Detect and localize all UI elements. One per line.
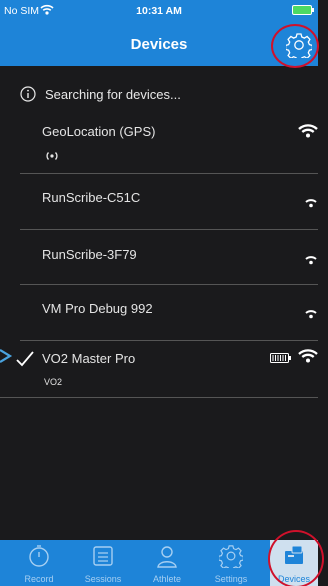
- tab-label: Athlete: [152, 574, 182, 584]
- tab-label: Sessions: [84, 574, 122, 584]
- device-name: VO2 Master Pro: [42, 351, 136, 366]
- wifi-weak-icon: [305, 199, 317, 208]
- device-row-vo2-master-pro[interactable]: VO2 Master Pro VO2: [0, 341, 318, 398]
- battery-full-icon: [270, 353, 291, 363]
- device-name: VM Pro Debug 992: [42, 301, 153, 316]
- tab-record[interactable]: Record: [7, 540, 71, 586]
- searching-label: Searching for devices...: [45, 86, 181, 102]
- tab-label: Settings: [214, 574, 248, 584]
- pointer-arrow-icon: [0, 349, 13, 363]
- device-name: RunScribe-C51C: [42, 190, 141, 205]
- device-row-vm-pro-debug[interactable]: VM Pro Debug 992: [20, 285, 318, 341]
- checkmark-icon: [16, 351, 34, 367]
- stopwatch-icon: [29, 545, 49, 567]
- device-name: RunScribe-3F79: [42, 247, 137, 262]
- battery-icon: [292, 5, 314, 15]
- tab-athlete[interactable]: Athlete: [135, 540, 199, 586]
- device-subtitle: VO2: [44, 377, 63, 387]
- wifi-strong-icon: [298, 349, 318, 363]
- person-icon: [157, 546, 177, 568]
- wifi-weak-icon: [305, 256, 317, 265]
- wifi-strong-icon: [298, 124, 318, 138]
- signal-broadcast-icon: [46, 152, 58, 160]
- tab-label: Record: [24, 574, 54, 584]
- device-row-geolocation[interactable]: GeoLocation (GPS): [20, 114, 318, 174]
- app-screen: No SIM 10:31 AM Devices Searching for de…: [0, 0, 328, 586]
- highlight-circle-devices: [268, 530, 324, 586]
- status-time: 10:31 AM: [136, 5, 182, 17]
- header: No SIM 10:31 AM Devices: [0, 0, 318, 66]
- wifi-weak-icon: [305, 310, 317, 319]
- tab-settings[interactable]: Settings: [199, 540, 263, 586]
- device-name: GeoLocation (GPS): [42, 124, 156, 139]
- tab-sessions[interactable]: Sessions: [71, 540, 135, 586]
- gear-icon: [219, 545, 243, 568]
- device-row-runscribe-c51c[interactable]: RunScribe-C51C: [20, 175, 318, 230]
- searching-status: Searching for devices...: [20, 86, 181, 102]
- info-icon: [20, 86, 36, 102]
- device-list: Searching for devices... GeoLocation (GP…: [0, 66, 318, 540]
- device-row-runscribe-3f79[interactable]: RunScribe-3F79: [20, 230, 318, 285]
- highlight-circle-settings: [271, 24, 319, 68]
- list-icon: [93, 546, 113, 566]
